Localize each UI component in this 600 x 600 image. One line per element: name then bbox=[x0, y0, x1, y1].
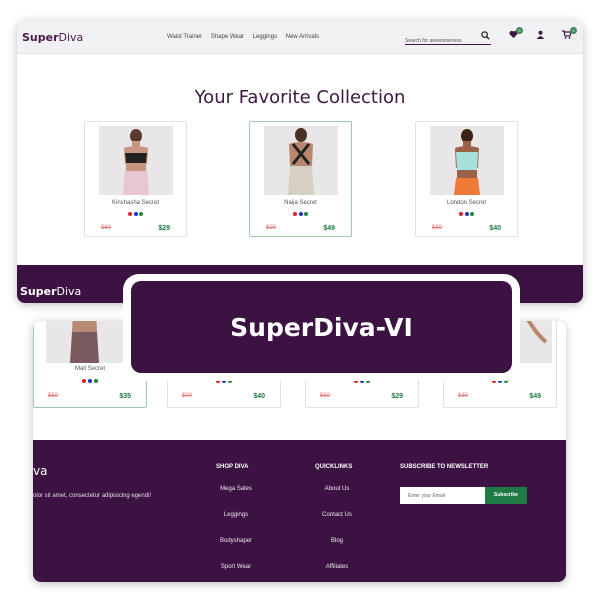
color-swatch-red[interactable] bbox=[458, 212, 463, 216]
product-card[interactable]: Kinshasha Secret $60 $29 bbox=[84, 121, 187, 237]
product-image bbox=[46, 321, 123, 363]
color-swatch-blue[interactable] bbox=[133, 212, 138, 216]
product-name: Naija Secret bbox=[284, 200, 317, 206]
color-swatch-blue[interactable] bbox=[464, 212, 469, 216]
footer-link-contact-us[interactable]: Contact Us bbox=[313, 512, 361, 518]
user-icon[interactable] bbox=[536, 30, 545, 41]
old-price: $80 bbox=[432, 225, 443, 231]
newsletter-email-input[interactable] bbox=[400, 487, 485, 504]
product-name: Kinshasha Secret bbox=[111, 200, 160, 206]
product-card[interactable]: London Secret $80 $40 bbox=[415, 121, 518, 237]
color-swatch-green[interactable] bbox=[93, 379, 98, 383]
navbar: SuperDiva Waist Trainer Shape Wear Leggi… bbox=[17, 20, 583, 54]
old-price: $60 bbox=[101, 225, 112, 231]
footer-link-bodyshaper[interactable]: Bodyshaper bbox=[213, 538, 259, 544]
color-swatch-red[interactable] bbox=[82, 379, 87, 383]
color-options bbox=[416, 212, 517, 216]
product-image bbox=[99, 126, 173, 195]
overlay-title: SuperDiva-VI bbox=[230, 313, 413, 342]
subscribe-button[interactable]: Subscribe bbox=[485, 487, 527, 504]
color-swatch-green[interactable] bbox=[470, 212, 475, 216]
color-swatch-green[interactable] bbox=[139, 212, 144, 216]
footer-brand[interactable]: SuperDiva bbox=[20, 285, 81, 298]
color-swatch-red[interactable] bbox=[292, 212, 297, 216]
section-title: Your Favorite Collection bbox=[194, 87, 406, 108]
nav-links: Waist Trainer Shape Wear Leggings New Ar… bbox=[167, 34, 326, 40]
nav-link-waist-trainer[interactable]: Waist Trainer bbox=[167, 34, 202, 40]
shop-diva-heading: SHOP DIVA bbox=[216, 464, 249, 470]
product-image bbox=[264, 126, 338, 195]
brand-logo[interactable]: SuperDiva bbox=[22, 31, 83, 44]
new-price: $40 bbox=[489, 225, 501, 232]
footer-link-blog[interactable]: Blog bbox=[313, 538, 361, 544]
old-price: $50 bbox=[48, 393, 59, 399]
search-icon[interactable] bbox=[481, 31, 490, 42]
nav-link-shape-wear[interactable]: Shape Wear bbox=[211, 34, 244, 40]
footer-brand: va bbox=[33, 464, 48, 478]
overlay-banner-inner: SuperDiva-VI bbox=[131, 281, 512, 373]
cart-badge: 0 bbox=[570, 27, 577, 34]
nav-link-leggings[interactable]: Leggings bbox=[253, 34, 277, 40]
footer-link-leggings[interactable]: Leggings bbox=[213, 512, 259, 518]
old-price: $90 bbox=[266, 225, 277, 231]
color-swatch-green[interactable] bbox=[304, 212, 309, 216]
footer: va olor sit amet, consectetur adipisicin… bbox=[33, 440, 566, 582]
product-image bbox=[430, 126, 504, 195]
newsletter-heading: SUBSCRIBE TO NEWSLETTER bbox=[400, 464, 489, 470]
old-price: $60 bbox=[320, 393, 331, 399]
footer-link-affiliates[interactable]: Affiliates bbox=[313, 564, 361, 570]
footer-link-sport-wear[interactable]: Sport Wear bbox=[213, 564, 259, 570]
color-swatch-red[interactable] bbox=[127, 212, 132, 216]
new-price: $35 bbox=[119, 393, 131, 400]
color-options bbox=[34, 379, 146, 383]
new-price: $40 bbox=[253, 393, 265, 400]
color-swatch-blue[interactable] bbox=[298, 212, 303, 216]
new-price: $29 bbox=[391, 393, 403, 400]
footer-link-mega-sales[interactable]: Mega Sales bbox=[213, 486, 259, 492]
wishlist-badge: 0 bbox=[516, 27, 523, 34]
search-input[interactable] bbox=[405, 34, 475, 48]
product-name: London Secret bbox=[446, 200, 487, 206]
color-options bbox=[250, 212, 351, 216]
search-bar bbox=[405, 29, 491, 48]
color-options bbox=[85, 212, 186, 216]
new-price: $49 bbox=[323, 225, 335, 232]
nav-link-new-arrivals[interactable]: New Arrivals bbox=[286, 34, 319, 40]
quicklinks-heading: QUICKLINKS bbox=[315, 464, 353, 470]
color-swatch-blue[interactable] bbox=[88, 379, 92, 383]
new-price: $29 bbox=[158, 225, 170, 232]
top-screenshot: SuperDiva Waist Trainer Shape Wear Leggi… bbox=[17, 20, 583, 303]
overlay-banner: SuperDiva-VI bbox=[123, 274, 520, 381]
new-price: $49 bbox=[529, 393, 541, 400]
product-card[interactable]: Naija Secret $90 $49 bbox=[249, 121, 352, 237]
old-price: $90 bbox=[182, 393, 193, 399]
old-price: $80 bbox=[458, 393, 469, 399]
footer-description: olor sit amet, consectetur adipisicing e… bbox=[33, 493, 152, 499]
footer-link-about-us[interactable]: About Us bbox=[313, 486, 361, 492]
